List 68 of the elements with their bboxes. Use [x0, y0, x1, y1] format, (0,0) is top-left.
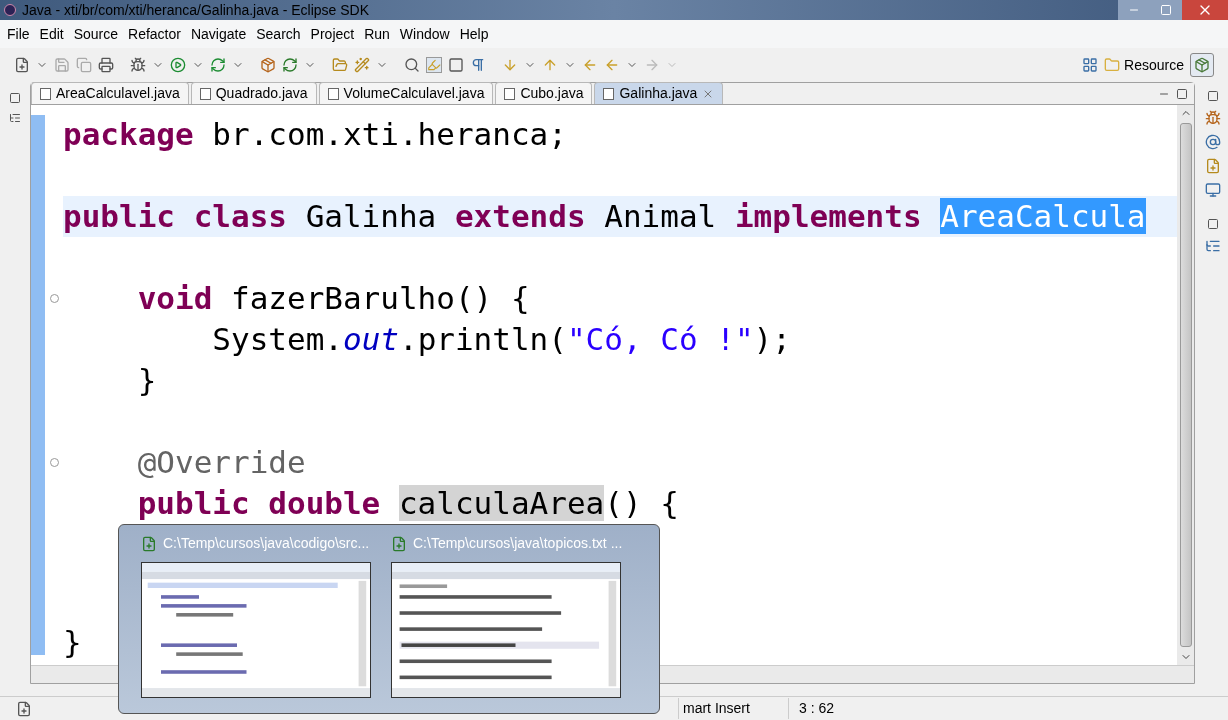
print-icon[interactable] [98, 57, 114, 73]
copy-icon[interactable] [76, 57, 92, 73]
restore-icon[interactable] [9, 92, 21, 104]
open-perspective-icon[interactable] [1082, 57, 1099, 73]
new-file-icon[interactable] [14, 57, 30, 73]
code-line: public class Galinha extends Animal implements AreaCalcula [63, 197, 1147, 236]
at-sign-icon[interactable] [1205, 134, 1221, 150]
menu-item[interactable]: Edit [34, 23, 69, 45]
restore-icon[interactable] [1207, 218, 1219, 230]
fold-icon[interactable] [49, 294, 59, 303]
close-button[interactable] [1182, 0, 1228, 20]
window-title: Java - xti/br/com/xti/heranca/Galinha.java - Eclipse SDK [22, 0, 370, 20]
menu-item[interactable]: Window [394, 23, 455, 45]
code-line: public double calculaArea() { [136, 484, 680, 523]
package-icon[interactable] [260, 57, 276, 73]
vertical-scrollbar[interactable] [1177, 105, 1194, 665]
menu-item[interactable]: Run [359, 23, 395, 45]
code-line: void fazerBarulho() { [136, 279, 531, 318]
menu-item[interactable]: Project [305, 23, 360, 45]
bug-icon[interactable] [130, 57, 146, 73]
arrow-up-icon[interactable] [542, 57, 558, 73]
outline-icon[interactable] [1205, 238, 1221, 254]
editor-tab[interactable]: AreaCalculavel.java [31, 82, 189, 104]
folder-icon [1104, 57, 1121, 73]
editor-tab[interactable]: Galinha.java [594, 82, 724, 104]
pilcrow-icon[interactable] [470, 57, 486, 73]
perspective-button[interactable]: Resource [1104, 54, 1184, 76]
code-line: } [136, 361, 158, 400]
monitor-icon[interactable] [1205, 182, 1221, 198]
play-icon[interactable] [170, 57, 186, 73]
arrow-down-icon[interactable] [502, 57, 518, 73]
code-line: @Override [136, 443, 307, 482]
menu-item[interactable]: Source [68, 23, 124, 45]
code-line: System.out.println("Có, Có !"); [211, 320, 792, 359]
save-icon[interactable] [54, 57, 70, 73]
refresh-icon[interactable] [210, 57, 226, 73]
editor-tab[interactable]: Quadrado.java [190, 82, 317, 104]
fold-icon[interactable] [49, 458, 59, 467]
menu-item[interactable]: Refactor [123, 23, 186, 45]
restore-icon[interactable] [1207, 90, 1219, 102]
cursor-position: 3 : 62 [788, 698, 868, 719]
menu-item[interactable]: Help [454, 23, 494, 45]
code-line: package br.com.xti.heranca; [63, 115, 568, 154]
menu-item[interactable]: Search [251, 23, 306, 45]
menu-item[interactable]: File [2, 23, 35, 45]
refresh-icon[interactable] [282, 57, 298, 73]
maximize-icon[interactable] [1176, 88, 1188, 100]
search-icon[interactable] [404, 57, 420, 73]
editor-tab[interactable]: Cubo.java [495, 82, 593, 104]
editor-tab[interactable]: VolumeCalculavel.java [318, 82, 494, 104]
forward-icon[interactable] [644, 57, 660, 73]
highlighter-icon[interactable] [426, 57, 442, 73]
java-perspective-button[interactable] [1190, 53, 1214, 77]
maximize-button[interactable] [1150, 0, 1182, 20]
minimize-button[interactable] [1118, 0, 1150, 20]
bug-icon[interactable] [1205, 110, 1221, 126]
maximize-icon [1160, 4, 1172, 16]
hierarchy-icon[interactable] [9, 112, 21, 124]
folder-icon[interactable] [332, 57, 348, 73]
menu-item[interactable]: Navigate [185, 23, 252, 45]
fast-view-icon[interactable] [16, 700, 32, 717]
eclipse-icon [4, 4, 16, 16]
wand-icon[interactable] [354, 57, 370, 73]
back-icon[interactable] [604, 57, 620, 73]
code-line: } [63, 623, 83, 662]
insert-mode: mart Insert [678, 698, 788, 719]
package-icon [1194, 57, 1210, 73]
file-icon[interactable] [1205, 158, 1221, 174]
